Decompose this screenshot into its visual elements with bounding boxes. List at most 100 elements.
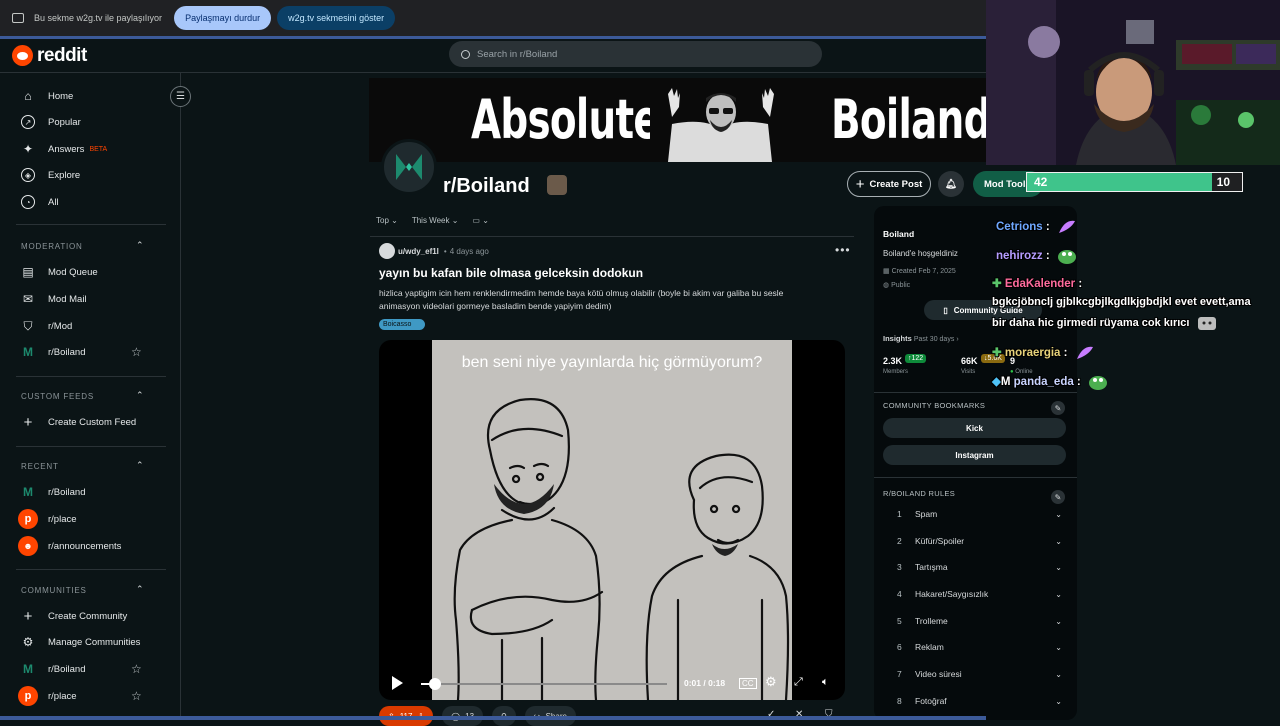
rule-item[interactable]: 5 Trolleme ⌄ (897, 611, 1062, 631)
chevron-up-icon[interactable]: ⌃ (136, 390, 144, 401)
chevron-up-icon[interactable]: ⌃ (136, 584, 144, 595)
left-sidebar: ⌂ Home ↗ Popular ✦ Answers BETA ◈ Explor… (0, 73, 181, 720)
menu-toggle-button[interactable]: ☰ (170, 86, 191, 107)
rule-item[interactable]: 7 Video süresi ⌄ (897, 664, 1062, 684)
search-input[interactable]: Search in r/Boiland (449, 41, 822, 67)
custom-feeds-title[interactable]: CUSTOM FEEDS (21, 392, 94, 401)
emote-icon (1058, 220, 1075, 233)
chevron-up-icon[interactable]: ⌃ (136, 240, 144, 251)
sidebar-item-mod-queue[interactable]: ▤ Mod Queue (20, 262, 97, 282)
rule-item[interactable]: 1 Spam ⌄ (897, 504, 1062, 524)
chevron-down-icon: ⌄ (1055, 669, 1062, 679)
chat-message-text: bgkcjöbnclj gjblkcgbjlkgdlkjgbdjkl evet … (992, 296, 1251, 308)
gear-icon: ⚙ (22, 635, 34, 649)
divider (16, 446, 166, 447)
star-icon[interactable]: ☆ (131, 662, 142, 676)
sidebar-item-all[interactable]: ◔ All (20, 192, 59, 212)
chevron-down-icon: ⌄ (1055, 589, 1062, 599)
reddit-logo[interactable]: reddit (12, 45, 87, 67)
sidebar-item-home[interactable]: ⌂ Home (20, 86, 73, 106)
range-dropdown[interactable]: This Week ⌄ (412, 216, 459, 225)
insights-range: Past 30 days (913, 336, 955, 343)
place-avatar: p (18, 509, 38, 529)
show-tab-button[interactable]: w2g.tv sekmesini göster (277, 6, 396, 30)
sidebar-item-label: r/place (48, 513, 77, 525)
settings-gear-icon[interactable]: ⚙ (765, 674, 777, 690)
insights[interactable]: Insights Past 30 days › (883, 334, 959, 343)
stop-sharing-button[interactable]: Paylaşmayı durdur (174, 6, 272, 30)
sidebar-item-create-community[interactable]: + Create Community (20, 606, 128, 626)
scrubber-handle[interactable] (428, 678, 441, 690)
video-time: 0:01 / 0:18 (684, 678, 726, 688)
visibility: ◍ Public (883, 281, 910, 289)
moderation-title[interactable]: MODERATION (21, 242, 83, 251)
communities-title[interactable]: COMMUNITIES (21, 586, 87, 595)
recent-title[interactable]: RECENT (21, 462, 59, 471)
sidebar-item-explore[interactable]: ◈ Explore (20, 165, 80, 185)
about-title: Boiland (883, 229, 915, 239)
chevron-down-icon: ⌄ (391, 216, 398, 225)
badge-icon: ✚ (992, 347, 1002, 360)
visits-label: Visits (961, 369, 976, 375)
sidebar-item-label: Create Community (48, 610, 128, 622)
rule-item[interactable]: 2 Küfür/Spoiler ⌄ (897, 531, 1062, 551)
sidebar-item-community-place[interactable]: p r/place (18, 686, 77, 706)
sidebar-item-r-mod[interactable]: ⛉ r/Mod (20, 316, 72, 336)
star-icon[interactable]: ☆ (131, 689, 142, 703)
view-toggle[interactable]: ▭ ⌄ (472, 216, 489, 225)
chevron-up-icon[interactable]: ⌃ (136, 460, 144, 471)
sidebar-item-recent-announcements[interactable]: ☻ r/announcements (18, 536, 121, 556)
sidebar-item-answers[interactable]: ✦ Answers BETA (20, 139, 107, 159)
sidebar-item-label: Home (48, 90, 74, 102)
chat-message: ✚ moraergia : (992, 345, 1095, 361)
sidebar-item-r-boiland[interactable]: M r/Boiland (20, 342, 86, 362)
notifications-button[interactable]: 🔔︎ (938, 171, 964, 197)
community-avatar[interactable] (381, 139, 437, 195)
more-options-button[interactable]: ••• (835, 243, 851, 257)
fullscreen-icon[interactable]: ⤢ (794, 676, 803, 689)
chat-message: nehirozz : (996, 248, 1077, 264)
user-avatar[interactable] (379, 243, 395, 259)
post-title[interactable]: yayın bu kafan bile olmasa gelceksin dod… (379, 266, 643, 280)
rule-item[interactable]: 6 Reklam ⌄ (897, 637, 1062, 657)
post-body: hizlica yaptigim icin hem renklendirmedi… (379, 288, 784, 311)
members-delta: ↑122 (905, 354, 927, 363)
rule-item[interactable]: 4 Hakaret/Saygısızlık ⌄ (897, 584, 1062, 604)
star-icon[interactable]: ☆ (131, 345, 142, 359)
bookmark-instagram-button[interactable]: Instagram (883, 445, 1066, 465)
sidebar-item-recent-place[interactable]: p r/place (18, 509, 77, 529)
sidebar-item-manage-communities[interactable]: ⚙ Manage Communities (20, 632, 141, 652)
rule-item[interactable]: 8 Fotoğraf ⌄ (897, 691, 1062, 711)
boiland-logo-icon (396, 154, 422, 180)
sidebar-item-mod-mail[interactable]: ✉ Mod Mail (20, 289, 87, 309)
chat-username: EdaKalender (1004, 278, 1076, 290)
sidebar-item-recent-boiland[interactable]: M r/Boiland (20, 482, 86, 502)
chat-text: bgkcjöbnclj gjblkcgbjlkgdlkjgbdjkl evet … (992, 296, 1251, 308)
video-player[interactable]: ben seni niye yayınlarda hiç görmüyorum? (379, 340, 845, 700)
sidebar-item-label: r/Boiland (48, 346, 86, 358)
play-icon[interactable] (392, 676, 403, 690)
sidebar-item-community-boiland[interactable]: M r/Boiland (20, 659, 86, 679)
create-post-button[interactable]: + Create Post (847, 171, 931, 197)
chevron-down-icon: ⌄ (1055, 642, 1062, 652)
captions-icon[interactable]: CC (739, 678, 757, 689)
post-author[interactable]: u/wdy_ef1l (398, 247, 439, 256)
sidebar-item-popular[interactable]: ↗ Popular (20, 112, 81, 132)
rule-label: Tartışma (915, 562, 948, 572)
rule-item[interactable]: 3 Tartışma ⌄ (897, 557, 1062, 577)
video-caption: ben seni niye yayınlarda hiç görmüyorum? (461, 354, 763, 371)
chat-message: ◆M panda_eda : (992, 374, 1108, 390)
post-flair[interactable]: Boicasso (379, 319, 426, 330)
volume-icon[interactable]: 🔈︎ (822, 676, 829, 689)
edit-rules-icon[interactable]: ✎ (1051, 490, 1065, 504)
cake-icon: ▦ (883, 268, 890, 275)
sort-dropdown[interactable]: Top ⌄ (376, 216, 398, 225)
insights-label: Insights (883, 334, 912, 343)
chevron-down-icon: ⌄ (482, 216, 489, 225)
visibility-text: Public (891, 282, 911, 289)
sidebar-item-create-custom-feed[interactable]: + Create Custom Feed (20, 412, 137, 432)
edit-bookmarks-icon[interactable]: ✎ (1051, 401, 1065, 415)
chevron-down-icon: ⌄ (1055, 696, 1062, 706)
video-scrubber[interactable] (421, 678, 667, 690)
bookmark-kick-button[interactable]: Kick (883, 418, 1066, 438)
